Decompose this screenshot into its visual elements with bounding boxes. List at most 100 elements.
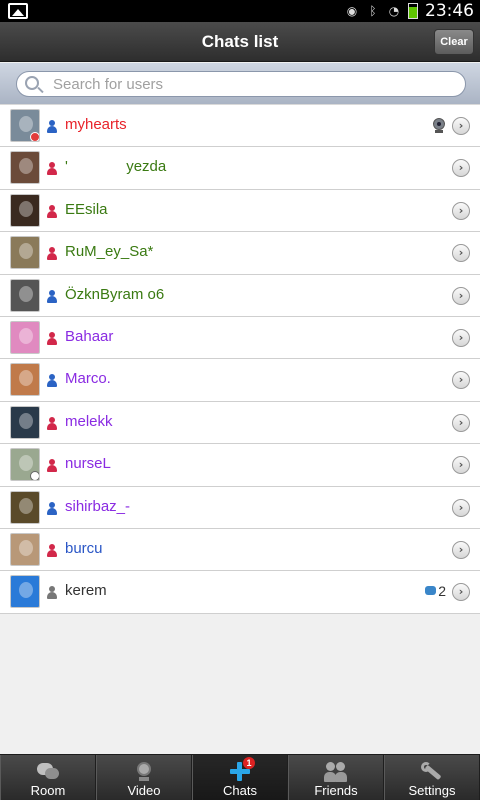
search-input[interactable]	[53, 75, 433, 93]
chat-username: sihirbaz_-	[65, 497, 131, 515]
chat-username: EEsila	[65, 200, 108, 218]
chat-username: burcu	[65, 539, 103, 557]
wifi-icon: ◔	[388, 4, 400, 18]
chevron-right-icon[interactable]: ›	[452, 244, 470, 263]
status-icons: ◉ ᛒ ◔ 23:46	[345, 0, 474, 22]
female-user-icon	[46, 247, 58, 261]
chat-row[interactable]: kerem 2 ›	[0, 571, 480, 614]
female-user-icon	[46, 543, 58, 558]
avatar	[10, 448, 40, 482]
chat-username: kerem	[65, 582, 107, 600]
chat-username: nurseL	[65, 455, 111, 473]
chat-username: melekk	[65, 412, 113, 430]
avatar-face	[19, 412, 33, 429]
chat-row[interactable]: burcu ›	[0, 528, 480, 572]
chat-row[interactable]: melekk ›	[0, 401, 480, 445]
chevron-right-icon[interactable]: ›	[452, 540, 470, 559]
chats-badge: 1	[243, 757, 255, 769]
chat-row[interactable]: Bahaar ›	[0, 316, 480, 360]
chevron-right-icon[interactable]: ›	[452, 583, 470, 602]
search-field[interactable]	[16, 71, 466, 97]
tab-video[interactable]: Video	[96, 755, 192, 800]
chevron-right-icon[interactable]: ›	[452, 456, 470, 475]
chevron-right-icon[interactable]: ›	[452, 159, 470, 178]
avatar-face	[19, 370, 33, 387]
tab-label: Chats	[223, 783, 257, 798]
status-bar: ◉ ᛒ ◔ 23:46	[0, 0, 480, 22]
chat-list: myhearts › ' yezda › EEsila › RuM_ey_Sa* › ÖzknB…	[0, 104, 480, 614]
avatar-face	[19, 497, 33, 514]
female-user-icon	[46, 331, 58, 346]
chevron-right-icon[interactable]: ›	[452, 286, 470, 305]
clock-badge	[30, 471, 39, 481]
chat-username: ÖzknByram o6	[65, 285, 165, 303]
search-icon	[25, 76, 39, 90]
wrench-icon	[419, 760, 445, 784]
avatar	[10, 151, 40, 185]
avatar	[10, 363, 40, 397]
male-user-icon	[46, 289, 58, 304]
plus-icon: 1	[227, 757, 255, 784]
chat-row[interactable]: RuM_ey_Sa* ›	[0, 232, 480, 275]
female-user-icon	[46, 459, 58, 473]
chevron-right-icon[interactable]: ›	[452, 498, 470, 517]
chat-username: Bahaar	[65, 327, 114, 345]
tab-friends[interactable]: Friends	[288, 755, 384, 800]
status-time: 23:46	[425, 1, 474, 21]
avatar	[10, 490, 40, 524]
message-bubble-icon	[425, 586, 437, 596]
chat-username: myhearts	[65, 116, 127, 133]
tab-label: Settings	[408, 783, 456, 798]
female-user-icon	[46, 204, 58, 219]
title-bar: Chats list Clear	[0, 22, 480, 62]
male-user-icon	[46, 501, 58, 516]
tab-label: Room	[30, 783, 66, 798]
chat-bubbles-icon	[35, 760, 61, 784]
female-user-icon	[46, 162, 58, 176]
battery-icon	[408, 3, 418, 19]
friends-icon	[323, 760, 349, 784]
unknown-user-icon	[46, 586, 58, 600]
avatar-face	[19, 582, 33, 599]
tab-room[interactable]: Room	[0, 755, 96, 800]
bluetooth-icon: ᛒ	[369, 4, 377, 18]
chat-row[interactable]: ÖzknByram o6 ›	[0, 274, 480, 317]
chevron-right-icon[interactable]: ›	[452, 328, 470, 347]
page-title: Chats list	[201, 32, 279, 51]
avatar-face	[19, 327, 33, 344]
avatar-face	[19, 158, 33, 175]
avatar	[10, 320, 40, 354]
chat-row[interactable]: EEsila ›	[0, 189, 480, 233]
avatar	[10, 236, 40, 270]
avatar	[10, 532, 40, 566]
avatar-face	[19, 243, 33, 260]
tab-label: Video	[127, 783, 161, 798]
avatar-face	[19, 116, 33, 132]
avatar-face	[19, 200, 33, 217]
chevron-right-icon[interactable]: ›	[452, 201, 470, 220]
chat-row[interactable]: ' yezda ›	[0, 147, 480, 190]
chevron-right-icon[interactable]: ›	[452, 117, 470, 135]
webcam-icon	[432, 118, 446, 134]
chat-row[interactable]: myhearts ›	[0, 105, 480, 148]
chat-row[interactable]: Marco. ›	[0, 359, 480, 402]
chevron-right-icon[interactable]: ›	[452, 371, 470, 390]
clear-button[interactable]: Clear	[434, 29, 474, 55]
search-bar	[0, 63, 480, 105]
tab-chats[interactable]: 1 Chats	[192, 755, 288, 800]
chat-username: Marco.	[65, 370, 111, 388]
webcam-icon	[131, 760, 157, 784]
avatar-face	[19, 539, 33, 556]
status-badge	[30, 132, 39, 141]
chat-row[interactable]: nurseL ›	[0, 444, 480, 487]
tab-settings[interactable]: Settings	[384, 755, 480, 800]
unread-count: 2	[425, 583, 446, 599]
male-user-icon	[46, 120, 58, 134]
chat-username: ' yezda	[65, 158, 167, 176]
female-user-icon	[46, 416, 58, 431]
avatar-face	[19, 455, 33, 472]
chat-row[interactable]: sihirbaz_- ›	[0, 486, 480, 529]
chevron-right-icon[interactable]: ›	[452, 413, 470, 432]
eye-icon: ◉	[346, 4, 358, 18]
avatar	[10, 575, 40, 609]
